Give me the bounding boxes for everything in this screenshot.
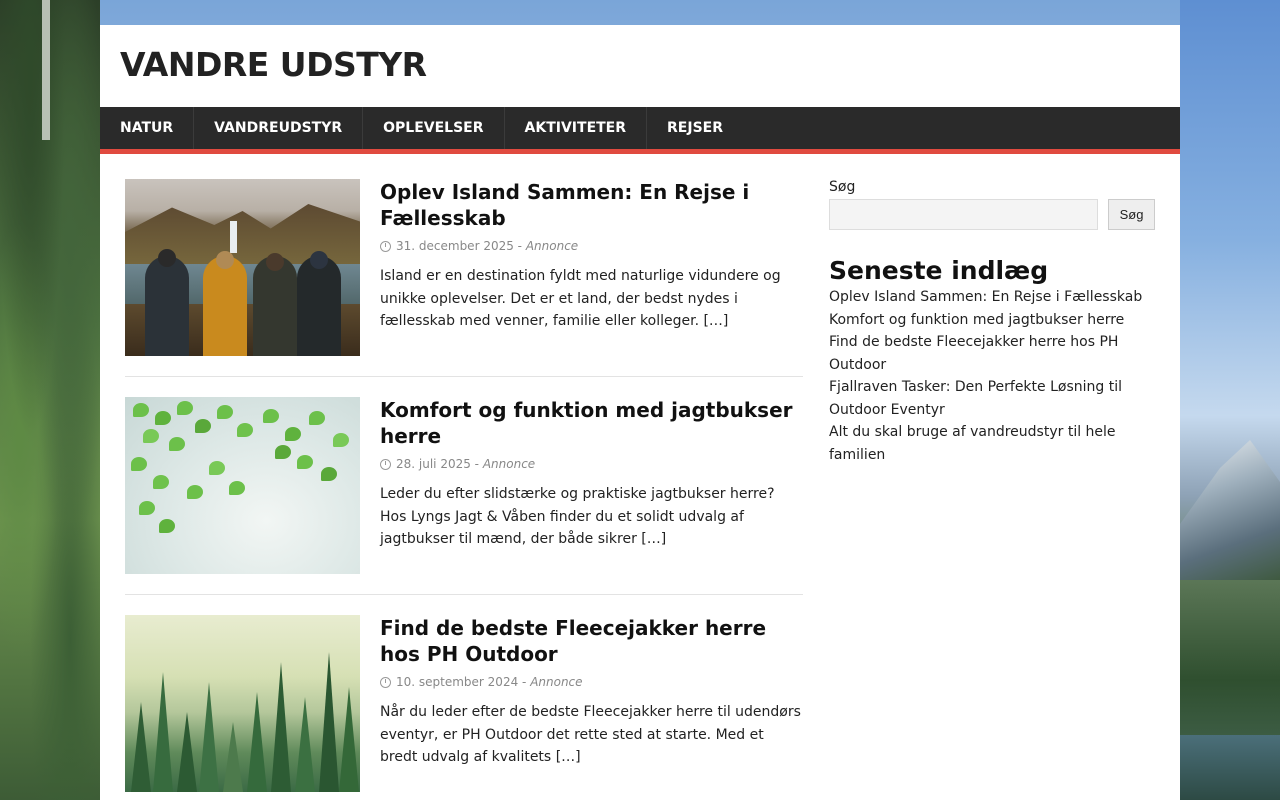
nav-item-natur[interactable]: NATUR [100, 107, 195, 149]
post-excerpt: Leder du efter slidstærke og praktiske j… [380, 486, 775, 547]
site-header: VANDRE UDSTYR [100, 25, 1180, 107]
recent-posts-title: Seneste indlæg [829, 256, 1049, 285]
post-thumbnail-iceland[interactable] [125, 179, 360, 356]
background-sky [1180, 0, 1280, 800]
post-thumbnail-forest[interactable] [125, 615, 360, 792]
recent-post-link[interactable]: Fjallraven Tasker: Den Perfekte Løsning … [829, 379, 1122, 418]
main-nav: NATUR VANDREUDSTYR OPLEVELSER AKTIVITETE… [100, 107, 1180, 154]
nav-item-rejser[interactable]: REJSER [647, 107, 743, 149]
recent-post-link[interactable]: Find de bedste Fleecejakker herre hos PH… [829, 334, 1118, 373]
nav-item-vandreudstyr[interactable]: VANDREUDSTYR [194, 107, 364, 149]
post-author: Annonce [525, 239, 579, 253]
list-item: Alt du skal bruge af vandreudstyr til he… [829, 421, 1155, 466]
read-more-link[interactable]: […] [556, 749, 581, 765]
sidebar: Søg Søg Seneste indlæg Oplev Island Samm… [829, 179, 1155, 466]
recent-posts-list: Oplev Island Sammen: En Rejse i Fællessk… [829, 286, 1155, 466]
clock-icon [380, 676, 391, 688]
post-title[interactable]: Oplev Island Sammen: En Rejse i Fællessk… [380, 179, 803, 231]
read-more-link[interactable]: […] [641, 531, 666, 547]
post-list: Oplev Island Sammen: En Rejse i Fællessk… [125, 179, 803, 800]
background-lake [1180, 735, 1280, 800]
post-thumbnail-leaves[interactable] [125, 397, 360, 574]
search-form: Søg [829, 199, 1155, 230]
post-meta: 10. september 2024 - Annonce [380, 675, 803, 689]
post-date: 10. september 2024 - Annonce [396, 675, 583, 689]
post-author: Annonce [530, 675, 583, 689]
post-title[interactable]: Komfort og funktion med jagtbukser herre [380, 397, 803, 449]
list-item: Komfort og funktion med jagtbukser herre [829, 309, 1155, 332]
post-item: Komfort og funktion med jagtbukser herre… [125, 397, 803, 595]
post-item: Oplev Island Sammen: En Rejse i Fællessk… [125, 179, 803, 377]
post-date: 28. juli 2025 - Annonce [396, 457, 536, 471]
list-item: Oplev Island Sammen: En Rejse i Fællessk… [829, 286, 1155, 309]
list-item: Fjallraven Tasker: Den Perfekte Løsning … [829, 376, 1155, 421]
post-meta: 28. juli 2025 - Annonce [380, 457, 803, 471]
post-excerpt: Island er en destination fyldt med natur… [380, 268, 781, 329]
recent-post-link[interactable]: Oplev Island Sammen: En Rejse i Fællessk… [829, 289, 1142, 305]
nav-item-oplevelser[interactable]: OPLEVELSER [363, 107, 505, 149]
site-title[interactable]: VANDRE UDSTYR [120, 45, 427, 84]
list-item: Find de bedste Fleecejakker herre hos PH… [829, 331, 1155, 376]
page-container: VANDRE UDSTYR NATUR VANDREUDSTYR OPLEVEL… [100, 25, 1180, 800]
search-input[interactable] [829, 199, 1098, 230]
post-author: Annonce [482, 457, 536, 471]
post-meta: 31. december 2025 - Annonce [380, 239, 803, 253]
recent-post-link[interactable]: Alt du skal bruge af vandreudstyr til he… [829, 424, 1116, 463]
nav-item-aktiviteter[interactable]: AKTIVITETER [505, 107, 648, 149]
post-item: Find de bedste Fleecejakker herre hos PH… [125, 615, 803, 800]
post-excerpt: Når du leder efter de bedste Fleecejakke… [380, 704, 801, 765]
post-date: 31. december 2025 - Annonce [396, 239, 579, 253]
clock-icon [380, 240, 391, 252]
recent-post-link[interactable]: Komfort og funktion med jagtbukser herre [829, 312, 1124, 328]
search-button[interactable]: Søg [1108, 199, 1155, 230]
read-more-link[interactable]: […] [703, 313, 728, 329]
search-label: Søg [829, 179, 856, 195]
clock-icon [380, 458, 391, 470]
background-forest [0, 0, 100, 800]
background-tree-trunk [42, 0, 50, 140]
post-title[interactable]: Find de bedste Fleecejakker herre hos PH… [380, 615, 803, 667]
